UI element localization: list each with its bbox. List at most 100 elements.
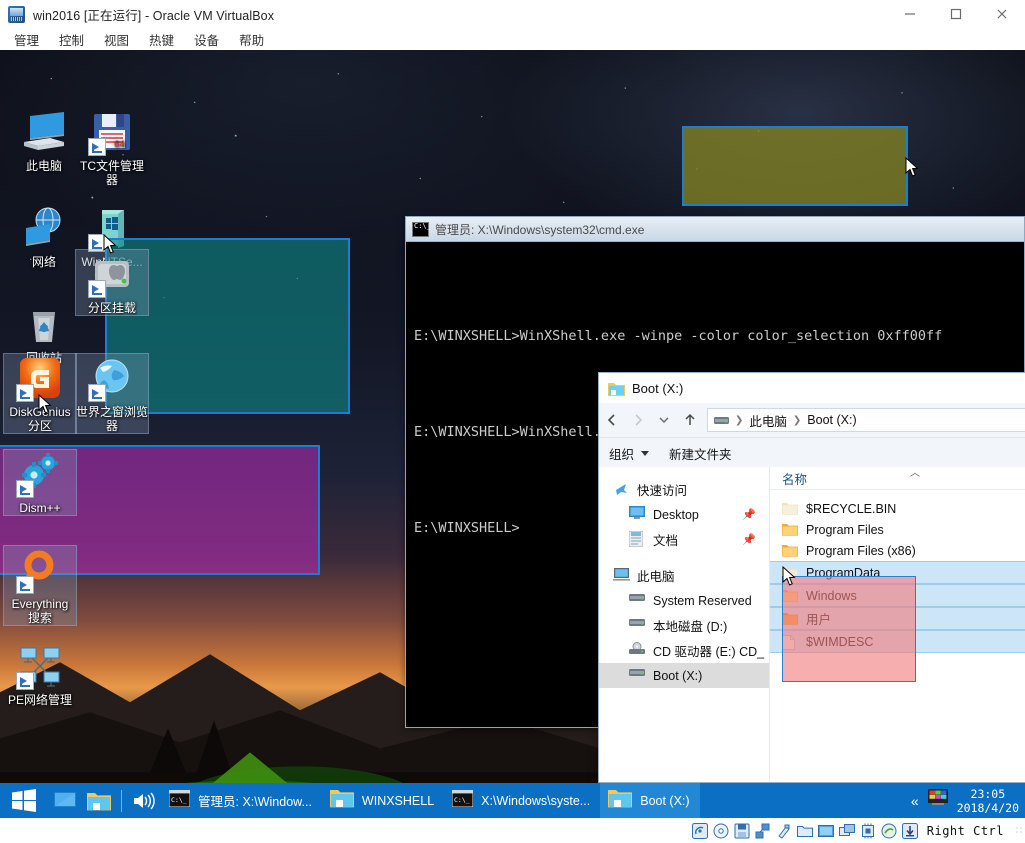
start-button[interactable] [0,783,48,818]
shared-folder-icon[interactable] [796,823,813,839]
shortcut-overlay-icon [16,672,34,690]
drive-icon [629,592,646,609]
nav-item-label: Boot (X:) [653,668,703,683]
desktop-icon-this-pc[interactable]: 此电脑 [8,108,80,173]
chevron-down-icon [641,450,650,456]
total-commander-icon: 64 [88,108,136,156]
nav-item-boot-x[interactable]: Boot (X:) [599,663,769,688]
shortcut-overlay-icon [16,480,34,498]
new-folder-button[interactable]: 新建文件夹 [659,444,742,463]
volume-icon[interactable] [127,783,161,818]
console-title: 管理员: X:\Windows\system32\cmd.exe [435,222,645,237]
show-desktop-icon[interactable] [48,783,82,818]
explorer-title: Boot (X:) [632,380,684,396]
taskbar-button-boot-x[interactable]: Boot (X:) [600,783,700,818]
sort-ascending-icon: ︿ [910,468,920,479]
nav-item-label: CD 驱动器 (E:) CD_ [653,645,765,659]
nav-item-this-pc[interactable]: 此电脑 [599,563,769,588]
file-explorer-icon[interactable] [82,783,116,818]
capture-icon[interactable] [901,822,918,839]
menu-manage[interactable]: 管理 [6,28,47,51]
table-row[interactable]: $RECYCLE.BIN [770,498,1025,519]
nav-item-system-reserved[interactable]: System Reserved [599,588,769,613]
usb-icon[interactable] [776,823,792,839]
resize-grip[interactable] [1015,825,1025,836]
shortcut-overlay-icon [16,384,34,402]
nav-item-documents[interactable]: 文档 📌 [599,527,769,552]
list-top-spacer [770,490,1025,498]
table-row[interactable]: Program Files [770,519,1025,540]
virtualbox-menu-bar: 管理 控制 视图 热键 设备 帮助 [0,28,1025,50]
globe-icon[interactable] [881,823,897,839]
up-button[interactable] [677,407,703,433]
nav-item-quick-access[interactable]: 快速访问 [599,477,769,502]
desktop-icon-dism[interactable]: Dism++ [3,449,77,516]
desktop-icon-theworld-browser[interactable]: 世界之窗浏览器 [75,353,149,434]
column-header-name[interactable]: 名称 ︿ [770,467,1025,490]
nav-item-label: Desktop [653,507,699,522]
explorer-file-list[interactable]: 名称 ︿ $RECYCLE.BIN Program Files Program … [770,467,1025,782]
optical-drive-icon [629,642,646,659]
desktop-icon-network[interactable]: 网络 [8,204,80,269]
breadcrumb[interactable]: ❯ 此电脑 ❯ Boot (X:) [707,408,1025,432]
system-tray: « 23:05 2018/4/20 [911,783,1025,818]
desktop-icon-partition-mount[interactable]: 分区挂载 [75,249,149,316]
breadcrumb-item-this-pc[interactable]: 此电脑 [749,411,787,430]
back-button[interactable] [599,407,625,433]
desktop-icon-label: 网络 [31,255,56,269]
this-pc-icon [613,567,630,584]
desktop-icon-everything[interactable]: Everything 搜索 [3,545,77,626]
recent-locations-button[interactable] [651,407,677,433]
pin-icon[interactable]: 📌 [742,533,756,546]
hard-disk-icon[interactable] [691,822,708,839]
display-icon[interactable] [817,823,834,839]
nav-item-desktop[interactable]: Desktop 📌 [599,502,769,527]
remote-display-icon[interactable] [838,823,855,839]
menu-control[interactable]: 控制 [51,28,92,51]
maximize-button[interactable] [933,0,979,28]
floppy-disk-icon[interactable] [734,823,750,839]
cpu-icon[interactable] [860,823,876,839]
table-row[interactable]: Program Files (x86) [770,540,1025,561]
menu-view[interactable]: 视图 [96,28,137,51]
taskbar-button-winxshell[interactable]: WINXSHELL [322,783,444,818]
desktop-icon-diskgenius[interactable]: DiskGenius 分区 [3,353,77,434]
explorer-navigation-pane[interactable]: 快速访问 Desktop 📌 文档 📌 此电脑 System Reserved … [599,467,770,782]
svg-text:C:\_: C:\_ [171,796,187,804]
minimize-button[interactable] [887,0,933,28]
close-button[interactable] [979,0,1025,28]
taskbar-button-admin-console[interactable]: C:\_ 管理员: X:\Window... [161,783,322,818]
rubber-band-selection [782,576,916,682]
pe-network-icon [16,642,64,690]
optical-disk-icon[interactable] [713,823,729,839]
clock-time: 23:05 [970,786,1006,801]
network-icon[interactable] [755,823,771,839]
diskgenius-icon [16,354,64,402]
menu-hotkeys[interactable]: 热键 [141,28,182,51]
theworld-browser-icon [88,354,136,402]
menu-devices[interactable]: 设备 [186,28,227,51]
taskbar-button-label: WINXSHELL [361,793,435,808]
organize-menu[interactable]: 组织 [599,444,659,463]
breadcrumb-item-boot[interactable]: Boot (X:) [807,413,856,427]
file-name: Program Files [806,522,884,537]
taskbar-clock[interactable]: 23:05 2018/4/20 [957,787,1019,815]
taskbar-divider [121,789,122,812]
desktop-icon-pe-network[interactable]: PE网络管理 [4,642,76,707]
show-hidden-icons-button[interactable]: « [911,793,919,809]
desktop-icon-label: DiskGenius 分区 [9,405,71,433]
window-controls [887,0,1025,28]
taskbar-button-label: 管理员: X:\Window... [198,795,312,809]
nav-item-local-disk-d[interactable]: 本地磁盘 (D:) [599,613,769,638]
taskbar-button-system-console[interactable]: C:\_ X:\Windows\syste... [444,783,600,818]
pin-icon[interactable]: 📌 [742,508,756,521]
color-palette-icon[interactable] [927,789,948,812]
menu-help[interactable]: 帮助 [231,28,272,51]
nav-item-cd-drive-e[interactable]: CD 驱动器 (E:) CD_ [599,638,769,663]
console-title-bar: 管理员: X:\Windows\system32\cmd.exe [406,217,1024,242]
this-pc-icon [20,108,68,156]
explorer-window[interactable]: Boot (X:) ❯ 此电脑 ❯ Boot (X:) 组织 新建文件夹 快速访… [598,372,1025,783]
desktop-icon-total-commander[interactable]: 64 TC文件管理器 [76,108,148,187]
dism-icon [16,450,64,498]
drive-icon [629,617,646,634]
